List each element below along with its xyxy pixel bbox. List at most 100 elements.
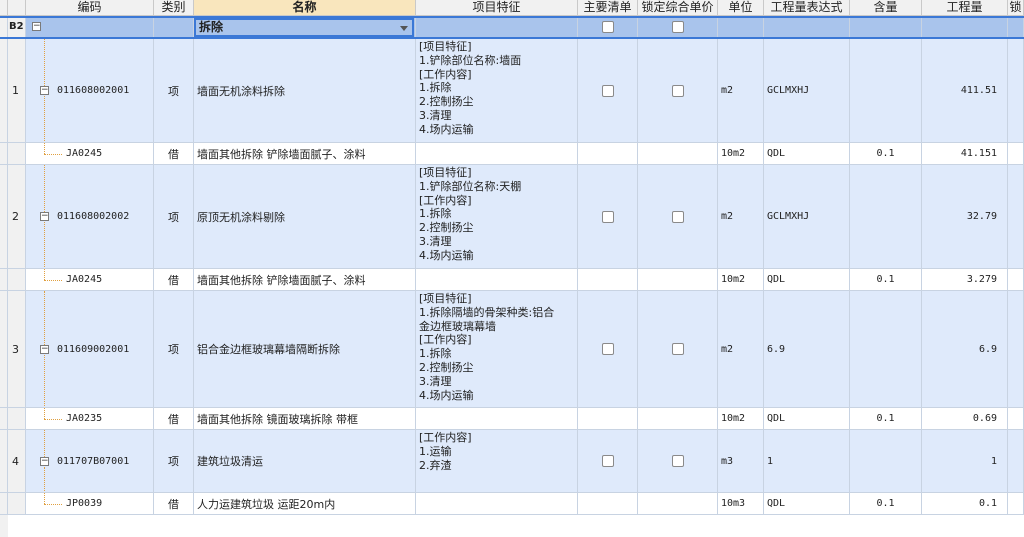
content-cell[interactable]: 0.1 [850,493,922,515]
content-cell[interactable] [850,39,922,143]
main-list-cell[interactable] [578,39,638,143]
col-type-header[interactable]: 类别 [154,0,194,16]
qty-cell[interactable]: 411.51 [922,39,1008,143]
qty-cell[interactable]: 0.1 [922,493,1008,515]
qty-expr-cell[interactable]: QDL [764,408,850,430]
type-cell[interactable]: 项 [154,430,194,493]
main-list-cell[interactable] [578,408,638,430]
feature-cell[interactable]: [项目特征] 1.铲除部位名称:墙面 [工作内容] 1.拆除 2.控制扬尘 3.… [416,39,578,143]
quota-row[interactable]: JP0039 借 人力运建筑垃圾 运距20m内 10m3 QDL 0.1 0.1 [0,493,1024,515]
qty-cell[interactable]: 6.9 [922,291,1008,408]
bill-item-row[interactable]: 1 −011608002001 项 墙面无机涂料拆除 [项目特征] 1.铲除部位名称:墙… [0,39,1024,143]
qty-expr-cell[interactable]: QDL [764,143,850,165]
unit-cell[interactable]: 10m3 [718,493,764,515]
row-header-b2[interactable]: B2 [8,16,26,39]
name-cell[interactable]: 铝合金边框玻璃幕墙隔断拆除 [194,291,416,408]
feature-cell[interactable] [416,408,578,430]
unit-cell[interactable]: m2 [718,291,764,408]
feature-cell[interactable] [416,493,578,515]
main-list-checkbox[interactable] [601,343,614,355]
lock-price-checkbox[interactable] [671,210,684,223]
lock-price-checkbox[interactable] [671,21,684,33]
main-list-checkbox[interactable] [601,84,614,97]
col-content-header[interactable]: 含量 [850,0,922,16]
type-cell[interactable]: 借 [154,493,194,515]
lock-price-cell[interactable] [638,493,718,515]
col-main-list-header[interactable]: 主要清单 [578,0,638,16]
extra-cell[interactable] [1008,165,1024,269]
collapse-toggle-icon[interactable]: − [40,456,49,466]
unit-cell[interactable]: 10m2 [718,408,764,430]
main-list-cell[interactable] [578,165,638,269]
collapse-toggle-icon[interactable]: − [40,86,49,95]
quota-row[interactable]: JA0235 借 墙面其他拆除 镜面玻璃拆除 带框 10m2 QDL 0.1 0.69 [0,408,1024,430]
section-type-cell[interactable] [154,16,194,39]
content-cell[interactable]: 0.1 [850,269,922,291]
extra-cell[interactable] [1008,143,1024,165]
content-cell[interactable] [850,291,922,408]
lock-price-checkbox[interactable] [671,455,684,467]
section-name-editor[interactable]: 拆除 [194,18,414,37]
bill-item-row[interactable]: 4 −011707B07001 项 建筑垃圾清运 [工作内容] 1.运输 2.弃渣 m3 1… [0,430,1024,493]
lock-price-cell[interactable] [638,165,718,269]
section-row[interactable]: B2 − [0,16,1024,39]
qty-cell[interactable]: 1 [922,430,1008,493]
feature-cell[interactable] [416,143,578,165]
col-lock-price-header[interactable]: 锁定综合单价 [638,0,718,16]
qty-cell[interactable]: 0.69 [922,408,1008,430]
content-cell[interactable] [850,430,922,493]
section-unit-cell[interactable] [718,16,764,39]
col-feature-header[interactable]: 项目特征 [416,0,578,16]
section-feature-cell[interactable] [416,16,578,39]
lock-price-cell[interactable] [638,269,718,291]
code-cell[interactable]: −011608002002 [26,165,154,269]
name-cell[interactable]: 墙面其他拆除 铲除墙面腻子、涂料 [194,269,416,291]
collapse-toggle-icon[interactable]: − [40,212,49,221]
col-code-header[interactable]: 编码 [26,0,154,16]
feature-cell[interactable] [416,269,578,291]
section-lock-price-cell[interactable] [638,16,718,39]
qty-cell[interactable]: 32.79 [922,165,1008,269]
row-header[interactable] [8,269,26,291]
row-header[interactable]: 3 [8,291,26,408]
type-cell[interactable]: 项 [154,291,194,408]
name-cell[interactable]: 墙面无机涂料拆除 [194,39,416,143]
row-header[interactable]: 4 [8,430,26,493]
bill-item-row[interactable]: 2 −011608002002 项 原顶无机涂料剔除 [项目特征] 1.铲除部位名称:天… [0,165,1024,269]
lock-price-cell[interactable] [638,39,718,143]
qty-expr-cell[interactable]: GCLMXHJ [764,39,850,143]
type-cell[interactable]: 项 [154,165,194,269]
main-list-checkbox[interactable] [601,455,614,467]
extra-cell[interactable] [1008,430,1024,493]
main-list-checkbox[interactable] [601,210,614,223]
name-cell[interactable]: 原顶无机涂料剔除 [194,165,416,269]
qty-expr-cell[interactable]: GCLMXHJ [764,165,850,269]
code-cell[interactable]: JP0039 [26,493,154,515]
extra-cell[interactable] [1008,493,1024,515]
section-main-list-cell[interactable] [578,16,638,39]
lock-price-cell[interactable] [638,291,718,408]
row-header[interactable]: 1 [8,39,26,143]
section-content-cell[interactable] [850,16,922,39]
content-cell[interactable]: 0.1 [850,408,922,430]
section-qty-cell[interactable] [922,16,1008,39]
type-cell[interactable]: 借 [154,269,194,291]
col-name-header[interactable]: 名称 [194,0,416,16]
qty-cell[interactable]: 3.279 [922,269,1008,291]
collapse-toggle-icon[interactable]: − [40,344,49,354]
type-cell[interactable]: 借 [154,143,194,165]
qty-cell[interactable]: 41.151 [922,143,1008,165]
qty-expr-cell[interactable]: 1 [764,430,850,493]
section-expr-cell[interactable] [764,16,850,39]
type-cell[interactable]: 借 [154,408,194,430]
code-cell[interactable]: −011707B07001 [26,430,154,493]
code-cell[interactable]: −011609002001 [26,291,154,408]
name-cell[interactable]: 人力运建筑垃圾 运距20m内 [194,493,416,515]
row-header[interactable]: 2 [8,165,26,269]
col-qty-header[interactable]: 工程量 [922,0,1008,16]
main-list-cell[interactable] [578,493,638,515]
unit-cell[interactable]: 10m2 [718,269,764,291]
content-cell[interactable] [850,165,922,269]
main-list-cell[interactable] [578,143,638,165]
qty-expr-cell[interactable]: QDL [764,269,850,291]
